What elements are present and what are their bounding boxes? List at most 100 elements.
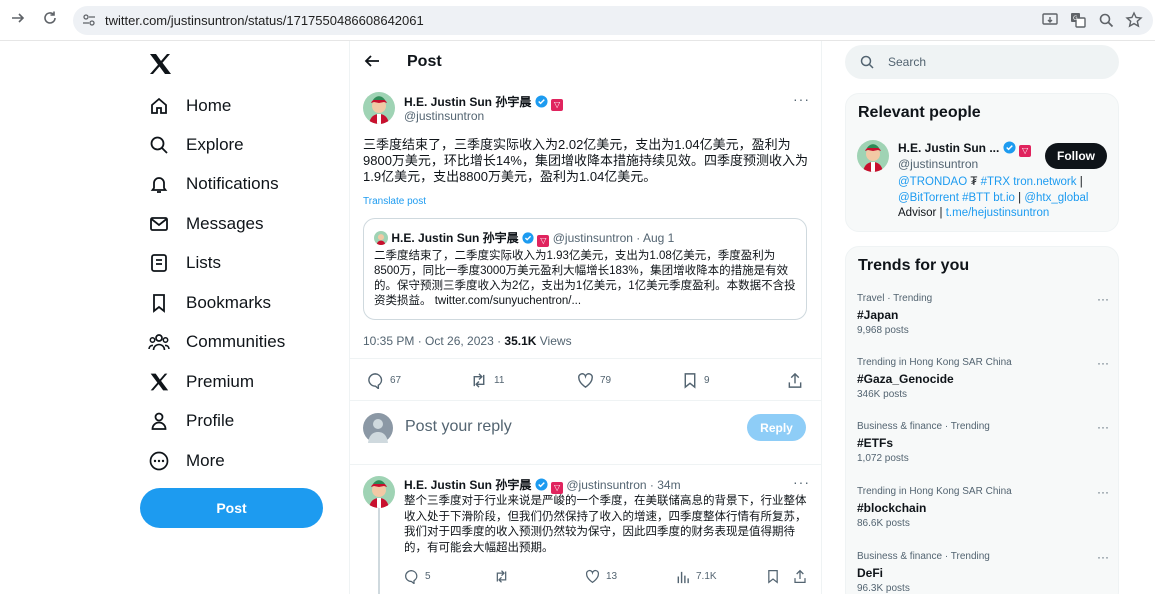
share-icon	[788, 372, 802, 388]
tweet-actions: 67 11 79 9	[363, 370, 808, 390]
translate-icon[interactable]: G	[1069, 11, 1087, 29]
author-handle[interactable]: @justinsuntron	[404, 109, 484, 123]
follow-button[interactable]: Follow	[1045, 143, 1107, 169]
more-options-icon[interactable]: ···	[793, 91, 810, 107]
bio-link[interactable]: bt.io	[993, 192, 1015, 204]
trend-item[interactable]: Travel · Trending #Japan 9,968 posts ···	[857, 292, 1117, 338]
relevant-name[interactable]: H.E. Justin Sun ...	[898, 141, 999, 155]
site-settings-icon[interactable]	[82, 13, 96, 27]
reply-action[interactable]: 5	[404, 566, 431, 586]
timestamp[interactable]: 10:35 PM · Oct 26, 2023 ·	[363, 334, 504, 348]
trend-name: DeFi	[857, 566, 884, 580]
avatar[interactable]	[363, 476, 395, 508]
bookmark-action[interactable]: 9	[682, 370, 710, 390]
nav-messages[interactable]: Messages	[148, 209, 263, 239]
search-input[interactable]: Search	[888, 55, 926, 69]
x-logo-icon[interactable]	[147, 52, 173, 76]
tron-badge-icon: ▽	[551, 482, 564, 494]
url-text[interactable]: twitter.com/justinsuntron/status/1717550…	[105, 13, 424, 28]
nav-home[interactable]: Home	[148, 91, 231, 121]
quoted-tweet[interactable]: H.E. Justin Sun 孙宇晨 ▽ @justinsuntron · A…	[363, 218, 807, 320]
nav-premium[interactable]: Premium	[148, 367, 254, 397]
back-arrow-icon[interactable]	[363, 52, 381, 70]
bookmark-star-icon[interactable]	[1125, 11, 1143, 29]
reload-icon[interactable]	[40, 10, 60, 30]
views-action[interactable]: 7.1K	[676, 566, 717, 586]
verified-badge-icon	[535, 95, 548, 108]
trend-item[interactable]: Trending in Hong Kong SAR China #blockch…	[857, 485, 1117, 531]
like-action[interactable]: 79	[577, 370, 611, 390]
more-options-icon[interactable]: ···	[1097, 292, 1109, 306]
more-options-icon[interactable]: ···	[1097, 356, 1109, 370]
share-action[interactable]	[793, 566, 813, 586]
envelope-icon	[148, 213, 170, 235]
heart-icon	[578, 372, 593, 388]
bookmark-icon	[684, 372, 696, 389]
reply-count: 67	[390, 374, 402, 386]
trend-item[interactable]: Trending in Hong Kong SAR China #Gaza_Ge…	[857, 356, 1117, 402]
reply-button[interactable]: Reply	[747, 414, 806, 441]
nav-lists[interactable]: Lists	[148, 248, 221, 278]
trend-item[interactable]: Business & finance · Trending #ETFs 1,07…	[857, 420, 1117, 466]
trend-name: #Japan	[857, 308, 899, 322]
search-box[interactable]: Search	[845, 45, 1119, 79]
install-app-icon[interactable]	[1041, 11, 1059, 29]
avatar[interactable]	[857, 140, 889, 172]
relevant-handle[interactable]: @justinsuntron	[898, 157, 978, 171]
post-button[interactable]: Post	[140, 488, 323, 528]
more-options-icon[interactable]: ···	[1097, 550, 1109, 564]
author-name[interactable]: H.E. Justin Sun 孙宇晨	[404, 95, 531, 109]
like-action[interactable]: 13	[585, 566, 617, 586]
bookmark-count: 9	[704, 374, 710, 386]
nav-profile[interactable]: Profile	[148, 406, 234, 436]
nav-notifications[interactable]: Notifications	[148, 169, 279, 199]
address-bar[interactable]: twitter.com/justinsuntron/status/1717550…	[73, 6, 1153, 35]
translate-link[interactable]: Translate post	[363, 196, 426, 207]
reply-author-row[interactable]: H.E. Justin Sun 孙宇晨 ▽ @justinsuntron · 3…	[404, 476, 681, 494]
nav-bookmarks[interactable]: Bookmarks	[148, 288, 271, 318]
more-options-icon[interactable]: ···	[1097, 420, 1109, 434]
avatar[interactable]	[363, 92, 395, 124]
nav-more[interactable]: More	[148, 446, 225, 476]
retweet-count: 11	[494, 374, 505, 386]
bio-link[interactable]: t.me/hejustinsuntron	[946, 207, 1050, 219]
forward-arrow-icon[interactable]	[8, 10, 28, 30]
bio-link[interactable]: @htx_global	[1024, 192, 1088, 204]
like-count: 13	[606, 570, 618, 582]
nav-label: Lists	[186, 253, 221, 272]
bio-link[interactable]: @BitTorrent	[898, 192, 959, 204]
nav-explore[interactable]: Explore	[148, 130, 244, 160]
retweet-action[interactable]: 11	[470, 370, 504, 390]
zoom-icon[interactable]	[1097, 11, 1115, 29]
bio-link[interactable]: #BTT	[962, 192, 990, 204]
retweet-action[interactable]	[494, 566, 515, 586]
verified-badge-icon	[535, 478, 548, 491]
current-user-avatar[interactable]	[363, 413, 393, 443]
trend-item[interactable]: Business & finance · Trending DeFi 96.3K…	[857, 550, 1117, 594]
bookmark-action[interactable]	[766, 566, 786, 586]
relevant-name-row[interactable]: H.E. Justin Sun ... ▽	[898, 141, 1032, 157]
trend-context: Travel · Trending	[857, 293, 933, 304]
reply-input[interactable]: Post your reply	[405, 418, 512, 436]
verified-badge-icon	[522, 232, 534, 244]
bio-link[interactable]: #TRX	[981, 176, 1010, 188]
reply-actions: 5 13 7.1K	[404, 566, 808, 584]
bio-link[interactable]: tron.network	[1013, 176, 1076, 188]
reply-author-name[interactable]: H.E. Justin Sun 孙宇晨	[404, 478, 531, 492]
bio-link[interactable]: @TRONDAO	[898, 176, 967, 188]
more-circle-icon	[148, 450, 170, 472]
nav-label: Notifications	[186, 174, 279, 193]
more-options-icon[interactable]: ···	[1097, 485, 1109, 499]
more-options-icon[interactable]: ···	[793, 474, 810, 490]
nav-communities[interactable]: Communities	[148, 327, 285, 357]
views-count: 7.1K	[696, 570, 717, 582]
share-action[interactable]	[787, 370, 809, 390]
nav-label: Premium	[186, 372, 255, 391]
reply-handle-time[interactable]: @justinsuntron · 34m	[566, 478, 680, 492]
relevant-bio: @TRONDAO ₮ #TRX tron.network | @BitTorre…	[898, 175, 1110, 222]
reply-action[interactable]: 67	[367, 370, 401, 390]
nav-label: Bookmarks	[186, 293, 272, 312]
browser-toolbar: twitter.com/justinsuntron/status/1717550…	[0, 0, 1155, 41]
nav-label: More	[186, 451, 225, 470]
nav-label: Home	[186, 96, 232, 115]
